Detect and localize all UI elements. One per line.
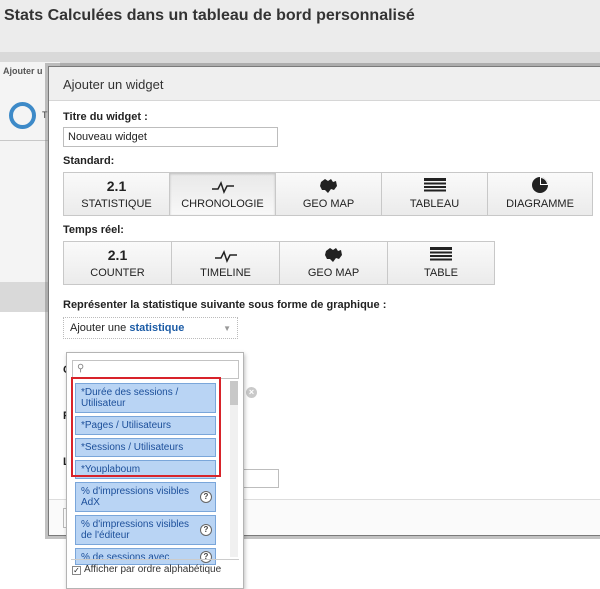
table-icon [388,242,494,264]
list-item-label: *Pages / Utilisateurs [81,420,172,431]
add-statistic-picker[interactable]: Ajouter une statistique ▼ [63,317,238,339]
list-item[interactable]: *Pages / Utilisateurs [75,416,216,435]
realtime-widget-types: 2.1 COUNTER TIMELINE GEO MAP TABLE [63,241,593,285]
standard-label: Standard: [63,155,115,167]
tile-chronologie[interactable]: CHRONOLOGIE [169,172,275,216]
list-item-label: *Sessions / Utilisateurs [81,442,184,453]
widget-title-label: Titre du widget : [63,111,148,123]
number-icon: 2.1 [106,178,127,194]
tile-label: TABLE [423,267,459,279]
list-item[interactable]: *Sessions / Utilisateurs [75,438,216,457]
dropdown-scrollbar[interactable] [230,381,238,557]
background-add-label: Ajouter u [3,66,43,76]
list-item-label: % d'impressions visibles AdX [81,486,190,508]
loading-ring-icon [9,102,36,129]
tile-diagramme[interactable]: DIAGRAMME [487,172,594,216]
picker-prefix: Ajouter une [70,322,127,334]
background-text: T [42,110,48,120]
sort-alphabetical-checkbox[interactable]: ✓ Afficher par ordre alphabétique [72,564,232,575]
search-icon: ⚲ [77,363,85,374]
list-item-label: *Youplaboum [81,464,141,475]
pie-chart-icon [488,173,592,195]
list-item[interactable]: % de sessions avec? [75,548,216,565]
represent-stat-label: Représenter la statistique suivante sous… [63,299,387,311]
tile-label: COUNTER [90,267,145,279]
tile-label: STATISTIQUE [81,198,152,210]
picker-accent: statistique [129,322,185,334]
tile-timeline[interactable]: TIMELINE [171,241,279,285]
number-icon: 2.1 [107,247,128,263]
tile-label: GEO MAP [307,267,360,279]
help-icon[interactable]: ? [200,491,212,503]
list-item-label: *Durée des sessions / Utilisateur [81,387,179,409]
checkbox-checked-icon[interactable]: ✓ [72,566,81,575]
realtime-label: Temps réel: [63,224,124,236]
help-icon[interactable]: ? [200,550,212,563]
map-icon [280,242,387,264]
tile-label: TABLEAU [409,198,460,210]
widget-title-input[interactable] [63,127,278,147]
tile-statistique[interactable]: 2.1 STATISTIQUE [63,172,169,216]
table-icon [382,173,487,195]
scrollbar-thumb[interactable] [230,381,238,405]
tile-realtime-geo-map[interactable]: GEO MAP [279,241,387,285]
list-item-label: % de sessions avec [81,552,170,563]
tile-label: DIAGRAMME [506,198,574,210]
statistic-dropdown: ⚲ *Durée des sessions / Utilisateur *Pag… [66,352,244,589]
list-item[interactable]: % d'impressions visibles AdX? [75,482,216,512]
statistic-list: *Durée des sessions / Utilisateur *Pages… [75,383,224,568]
list-item-label: % d'impressions visibles de l'éditeur [81,519,190,541]
dropdown-search-input[interactable]: ⚲ [72,360,239,379]
help-icon[interactable]: ? [200,524,212,536]
tile-label: TIMELINE [200,267,251,279]
chevron-down-icon: ▼ [223,324,231,333]
timeline-icon [170,173,275,195]
standard-widget-types: 2.1 STATISTIQUE CHRONOLOGIE GEO MAP TABL… [63,172,594,216]
page-title: Stats Calculées dans un tableau de bord … [0,0,600,52]
dropdown-divider [71,559,239,560]
background-divider [0,140,48,141]
list-item[interactable]: *Durée des sessions / Utilisateur [75,383,216,413]
tile-label: CHRONOLOGIE [181,198,264,210]
tile-tableau[interactable]: TABLEAU [381,172,487,216]
close-icon[interactable]: × [246,387,257,398]
tile-table[interactable]: TABLE [387,241,495,285]
timeline-icon [172,242,279,264]
list-item[interactable]: % d'impressions visibles de l'éditeur? [75,515,216,545]
map-icon [276,173,381,195]
tile-label: GEO MAP [302,198,355,210]
tile-geo-map[interactable]: GEO MAP [275,172,381,216]
dialog-title: Ajouter un widget [49,67,600,101]
tile-counter[interactable]: 2.1 COUNTER [63,241,171,285]
sort-checkbox-label: Afficher par ordre alphabétique [84,564,222,575]
list-item[interactable]: *Youplaboum [75,460,216,479]
